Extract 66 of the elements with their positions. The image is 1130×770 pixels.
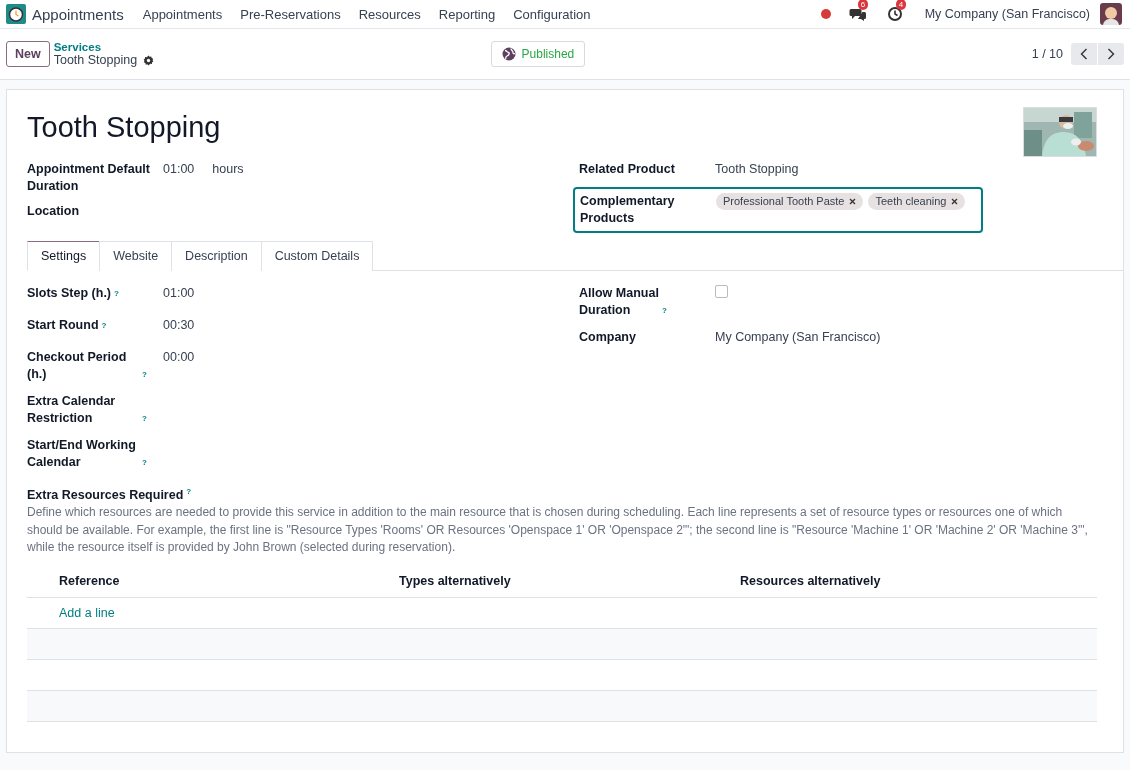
company-value[interactable]: My Company (San Francisco): [715, 329, 881, 346]
help-mark[interactable]: ?: [662, 302, 667, 319]
avatar-icon[interactable]: [1100, 3, 1122, 25]
app-logo-icon[interactable]: [6, 4, 26, 24]
chevron-right-icon: [1107, 48, 1115, 60]
time-value[interactable]: 00:30: [163, 317, 195, 334]
field-label: Checkout Period (h.): [27, 349, 128, 383]
field-label: Related Product: [579, 161, 676, 178]
field-description: Define which resources are needed to provide this service in addition to the main resource that is chosen during scheduling. Each line represents a set of resource types or resources one of which should be available. For example, the first line is "Resource Types 'Rooms' OR Resources 'Openspace 1' OR 'Openspace 2'"; the second line is "Resource 'Machine 1' OR 'Machine 2' OR 'Machine 3'", while the resource itself is provided by John Brown (selected during reservation).: [27, 504, 1089, 557]
duration-value[interactable]: 01:00: [163, 161, 195, 178]
record-title: Tooth Stopping: [27, 111, 221, 144]
related-product-value[interactable]: Tooth Stopping: [715, 161, 799, 178]
menu-item[interactable]: Resources: [358, 6, 421, 22]
column-header[interactable]: Reference: [27, 573, 399, 588]
help-mark[interactable]: ?: [114, 285, 119, 302]
menu-item[interactable]: Reporting: [438, 6, 496, 22]
company-switcher[interactable]: My Company (San Francisco): [924, 7, 1090, 21]
unit-label: hours: [212, 161, 244, 178]
settings-icon[interactable]: [143, 54, 155, 66]
count-badge: 4: [895, 0, 907, 10]
next-button[interactable]: [1098, 43, 1124, 65]
menu-item[interactable]: Configuration: [513, 6, 591, 22]
product-tag[interactable]: Teeth cleaning: [868, 193, 966, 210]
field-label: Slots Step (h.): [27, 285, 112, 302]
field-label: Appointment Default Duration: [27, 161, 151, 195]
app-name[interactable]: Appointments: [32, 5, 124, 23]
field-label: Location: [27, 203, 81, 220]
help-mark[interactable]: ?: [186, 487, 192, 496]
tab[interactable]: Custom Details: [260, 241, 374, 271]
help-mark[interactable]: ?: [142, 410, 147, 427]
new-button[interactable]: New: [6, 41, 50, 67]
globe-icon: [501, 47, 516, 61]
help-mark[interactable]: ?: [142, 454, 147, 471]
chat-icon[interactable]: [848, 6, 867, 22]
column-header[interactable]: Types alternatively: [399, 573, 740, 588]
field-label: Extra Resources Required: [27, 488, 184, 503]
complementary-products-field[interactable]: Complementary Products Professional Tooth Paste Teeth cleaning: [573, 187, 983, 233]
field-label: Start/End Working Calendar: [27, 437, 137, 471]
help-mark[interactable]: ?: [142, 366, 147, 383]
time-value[interactable]: 01:00: [163, 285, 195, 302]
status-dot[interactable]: [820, 9, 831, 19]
tab[interactable]: Website: [99, 241, 173, 271]
product-tag[interactable]: Professional Tooth Paste: [716, 193, 864, 210]
chevron-left-icon: [1080, 48, 1088, 60]
previous-button[interactable]: [1071, 43, 1097, 65]
pager-counter: 1 / 10: [1031, 47, 1063, 61]
field-label: Start Round: [27, 317, 99, 334]
help-mark[interactable]: ?: [101, 317, 107, 334]
checkbox[interactable]: [715, 285, 728, 298]
tab[interactable]: Description: [171, 241, 262, 271]
count-badge: 6: [857, 0, 869, 10]
clock-icon[interactable]: [886, 6, 903, 22]
field-label: Allow Manual Duration: [579, 285, 659, 319]
column-header[interactable]: Resources alternatively: [740, 573, 1097, 588]
field-label: Extra Calendar Restriction: [27, 393, 117, 427]
menu-item[interactable]: Pre-Reservations: [240, 6, 341, 22]
remove-icon[interactable]: [951, 198, 959, 205]
tab[interactable]: Settings: [27, 241, 101, 271]
field-label: Complementary Products: [580, 193, 676, 227]
time-value[interactable]: 00:00: [163, 349, 195, 366]
remove-icon[interactable]: [849, 198, 857, 205]
record-name: Tooth Stopping: [53, 53, 138, 67]
field-label: Company: [579, 329, 637, 346]
menu-item[interactable]: Appointments: [142, 6, 223, 22]
breadcrumb-link[interactable]: Services: [53, 41, 155, 53]
add-line-link[interactable]: Add a line: [59, 605, 115, 620]
